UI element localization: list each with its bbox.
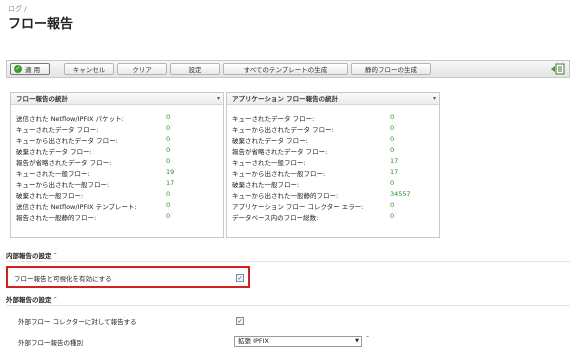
stat-label: 破棄された一般フロー: xyxy=(232,181,300,189)
enable-flow-reporting-checkbox[interactable]: ✓ xyxy=(236,274,244,282)
external-report-type-select[interactable]: 拡張 IPFIX ▼ xyxy=(234,336,362,347)
stat-label: 送信された Netflow/IPFIX テンプレート: xyxy=(16,203,137,211)
stat-label: 送信された Netflow/IPFIX パケット: xyxy=(16,115,124,123)
external-settings-title: 外部報告の設定 ˜ xyxy=(6,296,57,304)
panel-title: フロー報告の統計 xyxy=(16,95,68,103)
apply-label: 適 用 xyxy=(25,66,41,74)
panel-title: アプリケーション フロー報告の統計 xyxy=(232,95,339,103)
stat-value: 0 xyxy=(390,113,395,121)
check-icon: ✓ xyxy=(14,65,22,73)
panel-header: アプリケーション フロー報告の統計 ▾ xyxy=(227,93,439,105)
stat-value: 0 xyxy=(390,212,395,220)
clear-button[interactable]: クリア xyxy=(117,63,167,75)
stat-label: キューされたデータ フロー: xyxy=(16,126,99,134)
section-divider xyxy=(6,261,570,262)
stat-value: 34557 xyxy=(390,190,411,198)
stat-value: 0 xyxy=(390,124,395,132)
apply-button[interactable]: ✓ 適 用 xyxy=(10,63,50,75)
stat-value: 0 xyxy=(390,146,395,154)
stat-value: 0 xyxy=(390,135,395,143)
stat-label: キューされたデータ フロー: xyxy=(232,115,315,123)
external-report-type-label: 外部フロー報告の種別 xyxy=(18,339,83,347)
stat-label: キューされた一般フロー: xyxy=(232,159,306,167)
stat-label: キューから出された一般フロー: xyxy=(232,170,326,178)
stat-value: 0 xyxy=(166,157,171,165)
stat-label: キューから出された一般フロー: xyxy=(16,181,110,189)
report-external-collector-checkbox[interactable]: ✓ xyxy=(236,317,244,325)
stat-label: 破棄されたデータ フロー: xyxy=(16,148,92,156)
stat-value: 0 xyxy=(166,201,171,209)
stat-label: 破棄されたデータ フロー: xyxy=(232,137,308,145)
app-flow-report-stats-panel: アプリケーション フロー報告の統計 ▾ キューされたデータ フロー: 0 キュー… xyxy=(226,92,440,238)
stat-value: 0 xyxy=(390,201,395,209)
select-value: 拡張 IPFIX xyxy=(238,337,270,345)
caret-down-icon[interactable]: ▾ xyxy=(217,93,220,105)
page-title: フロー報告 xyxy=(8,17,74,32)
stat-value: 0 xyxy=(166,146,171,154)
stat-value: 19 xyxy=(166,168,175,176)
stat-label: キューから出されたデータ フロー: xyxy=(232,126,334,134)
stat-value: 0 xyxy=(166,113,171,121)
stat-value: 17 xyxy=(390,157,399,165)
stat-value: 0 xyxy=(166,135,171,143)
enable-flow-reporting-label: フロー報告と可視化を有効にする xyxy=(14,275,112,283)
flow-report-stats-panel: フロー報告の統計 ▾ 送信された Netflow/IPFIX パケット: 0 キ… xyxy=(10,92,224,238)
toolbar: ✓ 適 用 キャンセル クリア 設定 すべてのテンプレートの生成 静的フローの生… xyxy=(6,60,570,78)
export-icon[interactable] xyxy=(551,63,565,75)
settings-button[interactable]: 設定 xyxy=(170,63,220,75)
stat-value: 0 xyxy=(166,190,171,198)
stat-label: キューから出されたデータ フロー: xyxy=(16,137,118,145)
chevron-down-icon: ▼ xyxy=(355,338,359,344)
stat-label: 報告が省略されたデータ フロー: xyxy=(16,159,112,167)
stat-label: データベース内のフロー総数: xyxy=(232,214,319,222)
info-mark: ˜ xyxy=(366,336,369,343)
generate-static-flow-button[interactable]: 静的フローの生成 xyxy=(351,63,431,75)
cancel-button[interactable]: キャンセル xyxy=(64,63,114,75)
stat-value: 0 xyxy=(166,212,171,220)
generate-all-templates-button[interactable]: すべてのテンプレートの生成 xyxy=(223,63,348,75)
section-divider xyxy=(6,305,570,306)
stat-label: 報告された一般静的フロー: xyxy=(16,214,97,222)
report-external-collector-label: 外部フロー コレクターに対して報告する xyxy=(18,318,137,326)
stat-label: キューされた一般フロー: xyxy=(16,170,90,178)
stat-value: 0 xyxy=(166,124,171,132)
stat-label: アプリケーション フロー コレクター エラー: xyxy=(232,203,364,211)
stat-label: 報告が省略されたデータ フロー: xyxy=(232,148,328,156)
stat-value: 17 xyxy=(390,168,399,176)
caret-down-icon[interactable]: ▾ xyxy=(433,93,436,105)
stat-value: 0 xyxy=(390,179,395,187)
stat-label: キューから出された一般静的フロー: xyxy=(232,192,339,200)
stat-value: 17 xyxy=(166,179,175,187)
internal-settings-title: 内部報告の設定 ˜ xyxy=(6,252,57,260)
panel-header: フロー報告の統計 ▾ xyxy=(11,93,223,105)
stat-label: 破棄された一般フロー: xyxy=(16,192,84,200)
